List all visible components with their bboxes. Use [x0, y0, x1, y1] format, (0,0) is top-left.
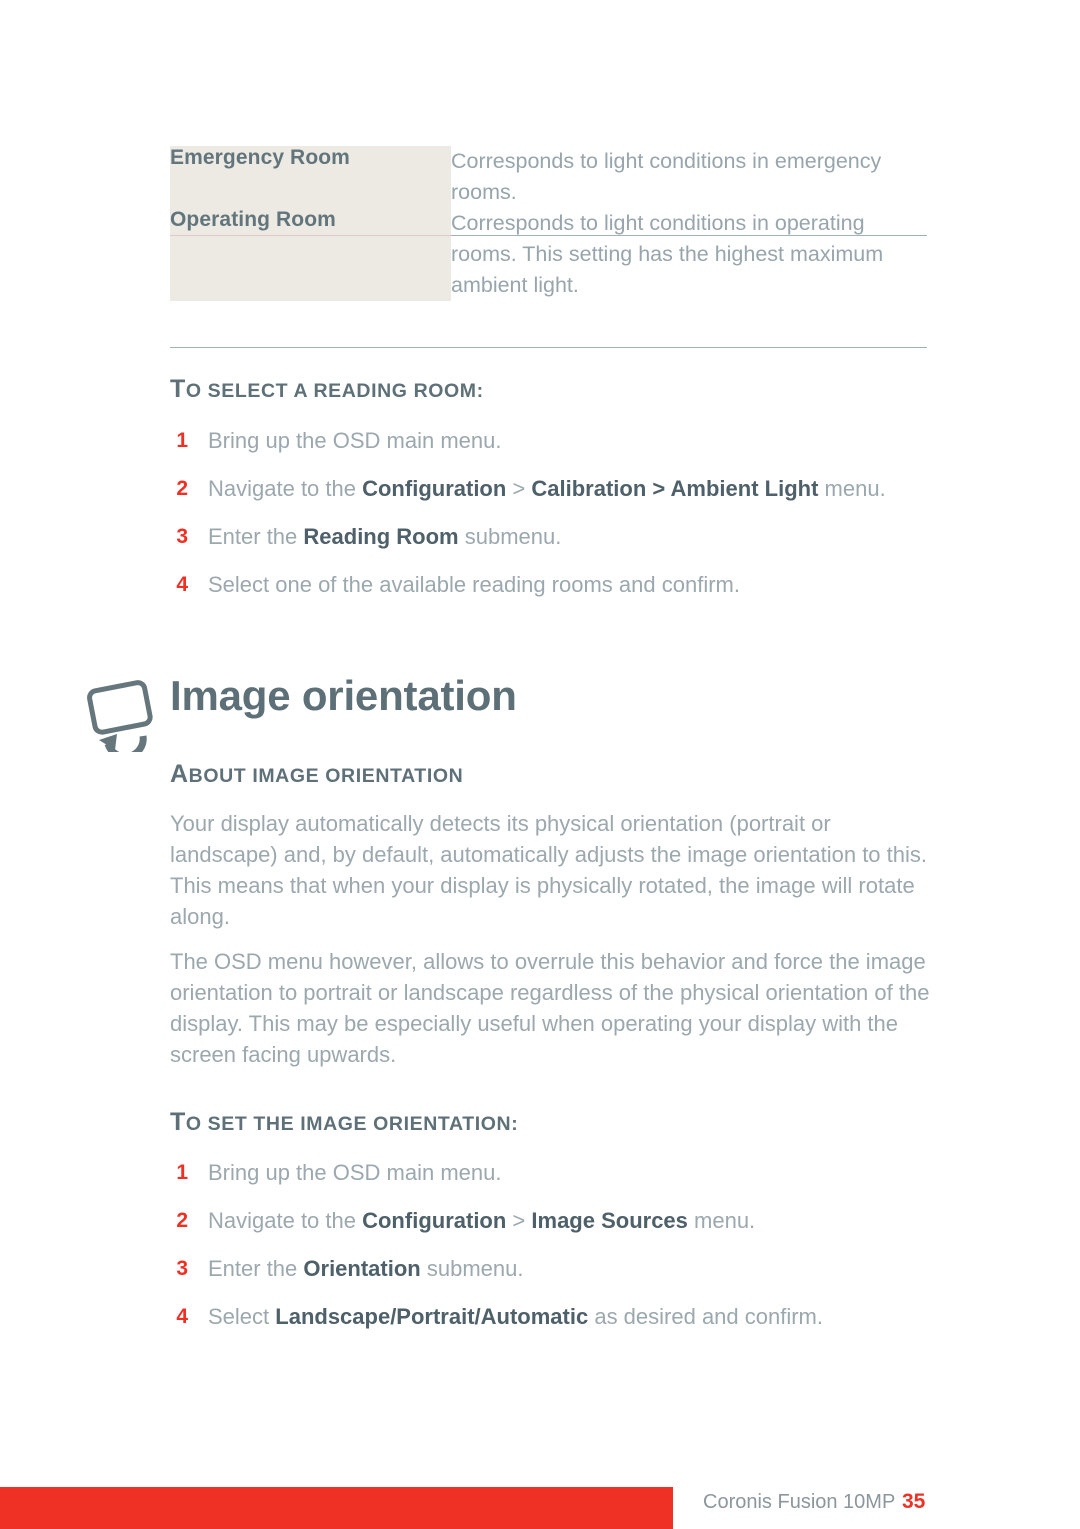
step-text: Select one of the available reading room…: [208, 569, 930, 600]
list-item: 4 Select Landscape/Portrait/Automatic as…: [170, 1301, 930, 1332]
steps-select-reading-room: 1 Bring up the OSD main menu. 2 Navigate…: [170, 425, 930, 617]
step-text-post: menu.: [687, 1208, 756, 1233]
steps-set-image-orientation: 1 Bring up the OSD main menu. 2 Navigate…: [170, 1157, 930, 1349]
table-cell-term: Emergency Room: [170, 146, 451, 208]
step-text-pre: Navigate to the: [208, 1208, 363, 1233]
table-cell-description: Corresponds to light conditions in emerg…: [451, 146, 927, 208]
heading-initial-cap: T: [170, 375, 186, 403]
list-item: 3 Enter the Orientation submenu.: [170, 1253, 930, 1284]
step-text: Enter the Orientation submenu.: [208, 1253, 930, 1284]
heading-initial-cap: T: [170, 1108, 186, 1136]
step-text-pre: Select one of the available reading room…: [208, 572, 740, 597]
step-text-post: menu.: [818, 476, 886, 501]
footer-page-number: 35: [902, 1490, 926, 1513]
step-text-pre: Navigate to the: [208, 476, 363, 501]
page-title: Image orientation: [170, 672, 517, 719]
step-number: 3: [176, 525, 188, 548]
footer-product-name: Coronis Fusion 10MP: [703, 1491, 896, 1513]
heading-about-image-orientation: ABOUT IMAGE ORIENTATION: [170, 760, 463, 789]
heading-to-set-the-image-orientation: TO SET THE IMAGE ORIENTATION:: [170, 1108, 518, 1137]
list-item: 4 Select one of the available reading ro…: [170, 569, 930, 600]
step-text: Bring up the OSD main menu.: [208, 425, 930, 456]
list-item: 2 Navigate to the Configuration > Image …: [170, 1205, 930, 1236]
step-text-bold: Configuration: [362, 476, 507, 501]
list-item: 1 Bring up the OSD main menu.: [170, 425, 930, 456]
step-text-post: submenu.: [458, 524, 562, 549]
step-text-bold: Landscape/Portrait/Automatic: [275, 1304, 589, 1329]
step-text-bold: Configuration: [362, 1208, 507, 1233]
footer-accent-bar: [0, 1487, 673, 1529]
table-row-rule-left: [170, 235, 451, 236]
heading-initial-cap: A: [170, 760, 189, 788]
step-text-post: submenu.: [420, 1256, 524, 1281]
step-text-pre: Enter the: [208, 524, 304, 549]
table-cell-description: Corresponds to light conditions in opera…: [451, 208, 927, 301]
step-number: 1: [176, 429, 188, 452]
rotate-display-icon: [86, 676, 158, 761]
step-text-bold: Reading Room: [303, 524, 459, 549]
step-text: Navigate to the Configuration > Calibrat…: [208, 473, 930, 504]
paragraph-about-2: The OSD menu however, allows to overrule…: [170, 949, 930, 1067]
list-item: 2 Navigate to the Configuration > Calibr…: [170, 473, 930, 504]
heading-to-select-a-reading-room: TO SELECT A READING ROOM:: [170, 375, 484, 404]
step-text-bold-2: Calibration > Ambient Light: [531, 476, 819, 501]
step-text-separator: >: [506, 476, 532, 501]
step-number: 4: [176, 1305, 188, 1328]
list-item: 1 Bring up the OSD main menu.: [170, 1157, 930, 1188]
step-text-post: as desired and confirm.: [588, 1304, 823, 1329]
step-number: 2: [176, 477, 188, 500]
heading-text: O SELECT A READING ROOM:: [185, 380, 484, 402]
step-text: Enter the Reading Room submenu.: [208, 521, 930, 552]
step-text-separator: >: [506, 1208, 532, 1233]
table-cell-term: Operating Room: [170, 208, 451, 301]
step-text: Navigate to the Configuration > Image So…: [208, 1205, 930, 1236]
heading-text: BOUT IMAGE ORIENTATION: [188, 765, 464, 787]
step-text: Select Landscape/Portrait/Automatic as d…: [208, 1301, 930, 1332]
paragraph-about-1: Your display automatically detects its p…: [170, 811, 928, 929]
table-row: Operating Room Corresponds to light cond…: [170, 208, 927, 301]
step-text-bold: Orientation: [303, 1256, 421, 1281]
ambient-light-presets-table: Emergency Room Corresponds to light cond…: [170, 146, 927, 301]
table-bottom-rule: [170, 347, 927, 348]
list-item: 3 Enter the Reading Room submenu.: [170, 521, 930, 552]
step-text-pre: Bring up the OSD main menu.: [208, 1160, 502, 1185]
step-number: 3: [176, 1257, 188, 1280]
step-number: 4: [176, 573, 188, 596]
step-number: 1: [176, 1161, 188, 1184]
step-text-bold-2: Image Sources: [531, 1208, 688, 1233]
step-number: 2: [176, 1209, 188, 1232]
table-row: Emergency Room Corresponds to light cond…: [170, 146, 927, 208]
step-text-pre: Select: [208, 1304, 276, 1329]
step-text: Bring up the OSD main menu.: [208, 1157, 930, 1188]
step-text-pre: Enter the: [208, 1256, 304, 1281]
heading-text: O SET THE IMAGE ORIENTATION:: [185, 1113, 519, 1135]
document-page: Emergency Room Corresponds to light cond…: [0, 0, 1080, 1529]
step-text-pre: Bring up the OSD main menu.: [208, 428, 502, 453]
